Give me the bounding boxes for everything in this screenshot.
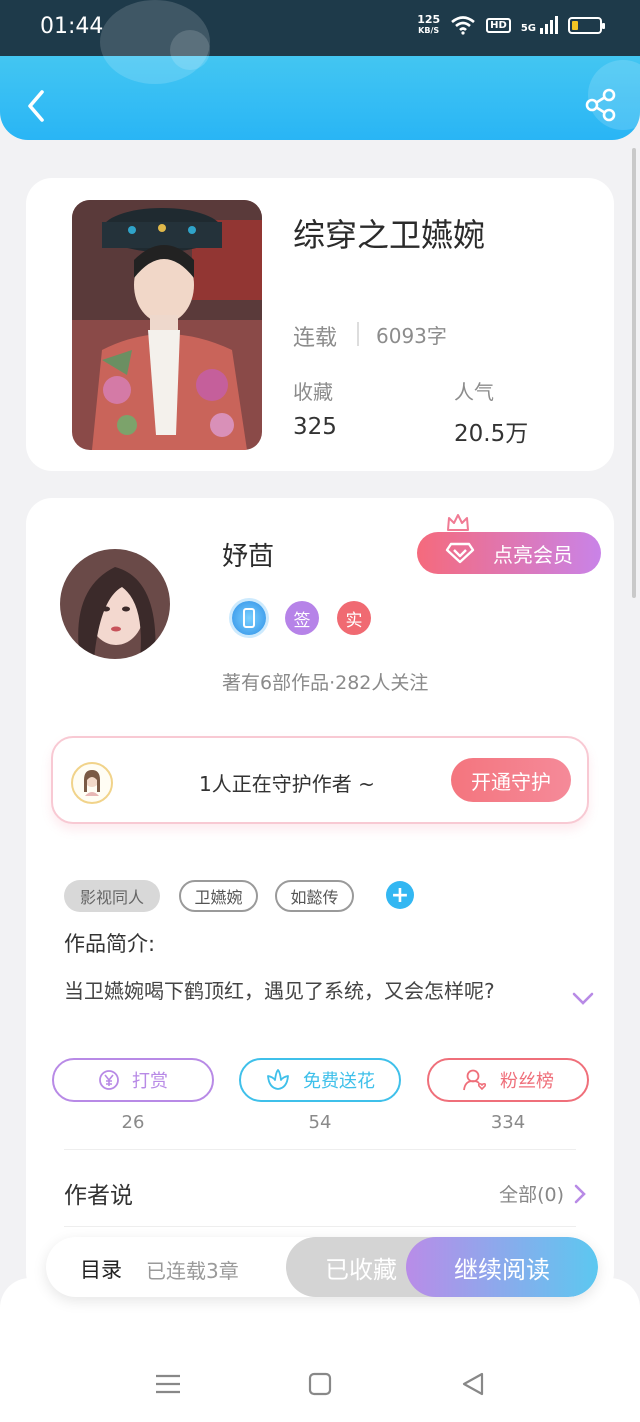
word-count: 6093字 (376, 324, 447, 348)
intro-title: 作品简介: (64, 932, 156, 956)
send-flower-button[interactable]: 免费送花 (239, 1058, 401, 1102)
network-speed: 125 KB/S (417, 13, 441, 35)
bottom-action-bar: 目录 已连载3章 已收藏 继续阅读 (46, 1237, 598, 1297)
author-meta: 著有6部作品·282人关注 (222, 672, 429, 694)
divider (64, 1149, 576, 1150)
fans-count: 334 (490, 1112, 526, 1133)
fans-rank-label: 粉丝榜 (500, 1071, 554, 1092)
book-title: 综穿之卫嬿婉 (293, 216, 486, 254)
collect-value: 325 (293, 414, 337, 440)
open-guard-button[interactable]: 开通守护 (451, 758, 571, 802)
back-arrow-icon[interactable] (22, 88, 52, 124)
reward-label: 打赏 (132, 1071, 168, 1092)
wifi-icon (451, 16, 475, 35)
add-tag-button[interactable]: + (386, 881, 414, 909)
vip-button[interactable]: 点亮会员 (417, 532, 601, 574)
reward-count: 26 (121, 1112, 145, 1133)
decorative-bubble (170, 30, 210, 70)
cover-illustration (72, 200, 262, 450)
yen-icon (99, 1070, 119, 1090)
author-info-card: 妤茴 点亮会员 签 实 著有6部作品·282人关注 1人正在守护作者 ~ 开通守… (26, 498, 614, 1298)
back-triangle-icon[interactable] (458, 1368, 490, 1400)
menu-icon[interactable] (152, 1368, 184, 1400)
tag-item[interactable]: 影视同人 (64, 880, 160, 912)
flower-icon (267, 1069, 289, 1090)
reward-button[interactable]: 打赏 (52, 1058, 214, 1102)
avatar-illustration (60, 549, 170, 659)
tag-item[interactable]: 卫嬿婉 (179, 880, 258, 912)
status-time: 01:44 (40, 14, 104, 39)
status-icons: 125 KB/S HD 5G (417, 13, 605, 36)
share-icon[interactable] (584, 88, 618, 122)
book-cover[interactable] (72, 200, 262, 450)
system-nav-bar (0, 1278, 640, 1422)
chapter-count: 已连载3章 (146, 1259, 239, 1283)
book-status: 连载 (293, 326, 338, 351)
battery-icon (568, 16, 605, 34)
toc-button[interactable]: 目录 (80, 1254, 122, 1284)
view-all-link[interactable]: 全部(0) (499, 1180, 586, 1207)
signal-icon: 5G (521, 16, 558, 34)
send-flower-label: 免费送花 (303, 1071, 375, 1092)
author-name: 妤茴 (222, 542, 275, 572)
flower-count: 54 (308, 1112, 332, 1133)
guard-text: 1人正在守护作者 ~ (199, 772, 375, 796)
fans-rank-button[interactable]: 粉丝榜 (427, 1058, 589, 1102)
vip-button-label: 点亮会员 (493, 542, 573, 567)
chevron-right-icon (574, 1184, 586, 1203)
divider (64, 1226, 576, 1227)
view-all-label: 全部(0) (499, 1184, 564, 1206)
expand-chevron-icon[interactable] (572, 992, 594, 1006)
divider (357, 322, 359, 346)
book-info-card: 综穿之卫嬿婉 连载 6093字 收藏 325 人气 20.5万 (26, 178, 614, 471)
diamond-icon (445, 542, 475, 564)
signed-badge: 签 (285, 601, 319, 635)
collect-label: 收藏 (293, 380, 333, 404)
scrollbar[interactable] (632, 148, 636, 598)
hd-indicator: HD (486, 17, 511, 33)
intro-text: 当卫嬿婉喝下鹤顶红，遇见了系统，又会怎样呢? (64, 979, 495, 1003)
home-square-icon[interactable] (304, 1368, 336, 1400)
tag-item[interactable]: 如懿传 (275, 880, 354, 912)
top-header: 01:44 125 KB/S HD 5G (0, 0, 640, 140)
fans-icon (463, 1069, 487, 1091)
guardian-avatar-icon (71, 762, 113, 804)
continue-reading-button[interactable]: 继续阅读 (406, 1237, 598, 1297)
phone-verified-icon (232, 601, 266, 635)
verified-badge: 实 (337, 601, 371, 635)
popularity-value: 20.5万 (454, 421, 529, 447)
author-say-title: 作者说 (64, 1183, 133, 1209)
guard-panel: 1人正在守护作者 ~ 开通守护 (51, 736, 589, 824)
author-avatar[interactable] (60, 549, 170, 659)
crown-icon (447, 514, 469, 531)
popularity-label: 人气 (454, 380, 494, 404)
